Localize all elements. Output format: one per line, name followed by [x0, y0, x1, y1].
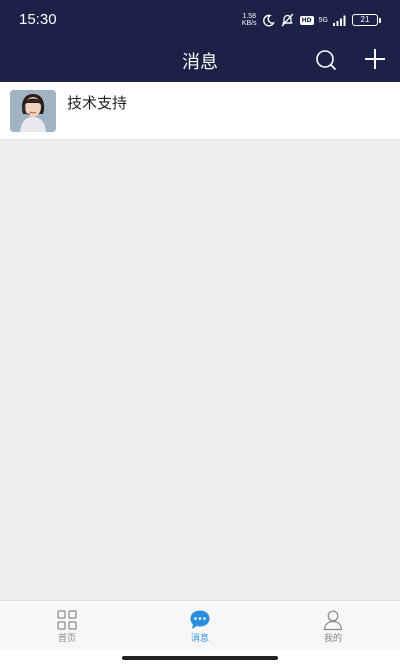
tab-home[interactable]: 首页	[0, 601, 134, 651]
nav-bar: 消息	[0, 38, 400, 82]
tab-profile[interactable]: 我的	[266, 601, 400, 651]
home-indicator[interactable]	[122, 656, 278, 660]
network-type: 5G	[318, 16, 328, 24]
signal-icon	[333, 15, 346, 26]
page-title: 消息	[182, 52, 218, 73]
network-speed-value: 1.58	[242, 13, 257, 20]
chat-bubble-icon	[190, 610, 210, 629]
status-time: 15:30	[19, 11, 57, 28]
tab-messages[interactable]: 消息	[133, 601, 267, 651]
mute-bell-icon	[281, 13, 294, 27]
battery-icon: 21	[352, 14, 381, 26]
status-icons: 1.58 KB/s HD 5G 21	[242, 11, 381, 29]
support-agent-avatar	[10, 90, 56, 132]
add-icon[interactable]	[362, 46, 388, 72]
conversation-name: 技术支持	[67, 94, 128, 112]
hd-badge: HD	[299, 15, 314, 25]
network-speed: 1.58 KB/s	[242, 13, 257, 27]
tab-profile-label: 我的	[323, 634, 342, 644]
status-bar: 15:30 1.58 KB/s HD 5G 21	[0, 0, 400, 38]
moon-icon	[262, 14, 275, 26]
grid-icon	[57, 610, 77, 630]
conversation-item[interactable]: 技术支持	[0, 82, 400, 140]
tab-home-label: 首页	[57, 634, 76, 644]
network-speed-unit: KB/s	[241, 20, 257, 27]
messages-screen: 15:30 1.58 KB/s HD 5G 21 消息 技术支持 首页 消息 我…	[0, 0, 400, 666]
tab-messages-label: 消息	[190, 634, 209, 644]
search-icon[interactable]	[313, 47, 339, 73]
person-icon	[323, 610, 343, 631]
message-list-empty-area	[0, 140, 400, 600]
tab-bar: 首页 消息 我的	[0, 600, 400, 650]
